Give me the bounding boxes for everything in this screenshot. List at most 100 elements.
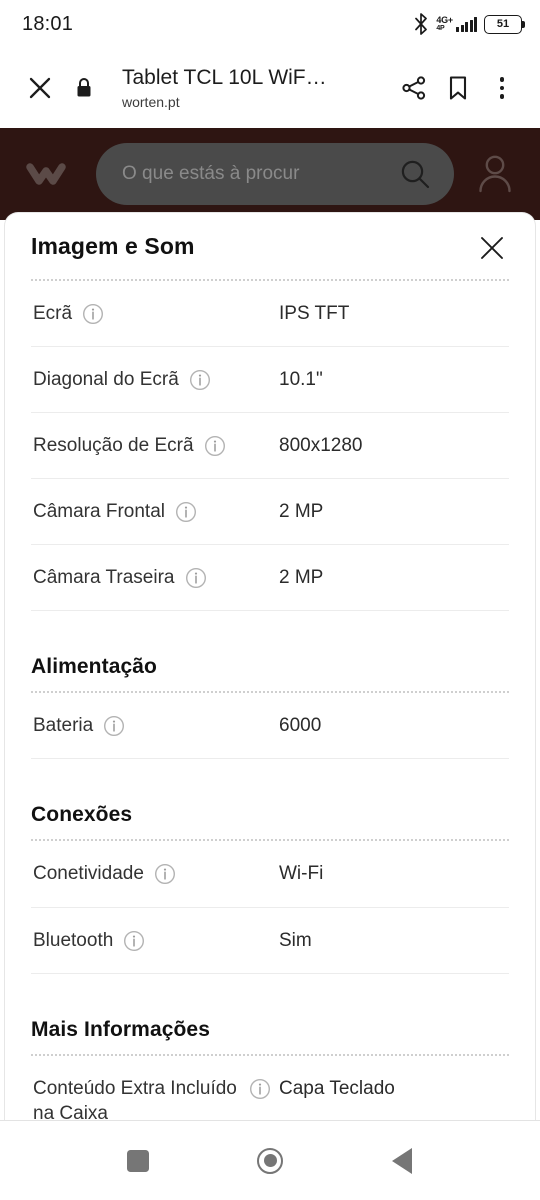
info-icon[interactable] [103,715,125,737]
spec-value: IPS TFT [279,303,350,324]
signal-bars-icon [456,17,477,32]
home-circle-icon [257,1147,283,1174]
info-icon-button[interactable] [175,501,197,523]
spec-value: 800x1280 [279,435,363,457]
bookmark-icon [449,76,467,100]
spec-label-wrap: Câmara Traseira [33,565,279,590]
status-bar-icons: 4G+ 4P 51 [414,13,525,35]
section-heading: Alimentação [31,655,157,679]
close-tab-button[interactable] [18,66,62,110]
spec-label: Câmara Traseira [33,567,175,589]
site-security-button[interactable] [62,66,106,110]
spec-label: Conetividade [33,863,144,885]
section-heading: Mais Informações [31,1017,210,1041]
spec-label: Bluetooth [33,929,114,951]
back-button[interactable] [375,1134,429,1188]
search-input[interactable]: O que estás à procur [96,143,454,205]
spec-row: Bateria 6000 [31,693,509,758]
info-icon-button[interactable] [249,1078,271,1100]
info-icon[interactable] [154,863,176,885]
battery-icon: 51 [484,14,525,34]
spec-section: Alimentação Bateria 6000 [31,611,509,760]
network-labels: 4G+ 4P [436,15,453,33]
worten-logo-icon [26,163,66,185]
account-icon [479,155,511,193]
spec-label: Câmara Frontal [33,501,165,523]
spec-label-wrap: Bluetooth [33,928,279,953]
share-button[interactable] [392,66,436,110]
status-bar: 18:01 4G+ 4P 51 [0,0,540,48]
spec-row: Câmara Frontal 2 MP [31,479,509,544]
more-vertical-icon [499,77,505,99]
spec-section: Mais Informações Conteúdo Extra Incluído … [31,974,509,1120]
android-navigation-bar [0,1120,540,1200]
spec-section: Conexões Conetividade Wi-Fi Bluetooth Sim [31,759,509,974]
status-bar-clock: 18:01 [22,12,74,35]
spec-label-wrap: Conteúdo Extra Incluído na Caixa [33,1076,279,1120]
info-icon[interactable] [189,369,211,391]
spec-value: 2 MP [279,567,324,589]
spec-label-wrap: Ecrã [33,301,279,326]
account-button[interactable] [468,151,522,197]
spec-label-wrap: Conetividade [33,861,279,886]
page-url: worten.pt [122,93,180,110]
section-heading: Conexões [31,803,133,827]
network-type-label: 4G+ [436,15,453,25]
spec-value: Wi-Fi [279,863,324,885]
lock-icon [77,78,91,97]
modal-header: Imagem e Som [31,213,509,279]
info-icon[interactable] [123,930,145,952]
spec-label-wrap: Bateria [33,713,279,738]
spec-value: Sim [279,929,312,951]
search-placeholder: O que estás à procur [122,163,300,184]
browser-menu-button[interactable] [480,66,524,110]
info-icon[interactable] [185,567,207,589]
spec-row: Resolução de Ecrã 800x1280 [31,413,509,478]
spec-label: Conteúdo Extra Incluído na Caixa [33,1077,237,1120]
specifications-modal: Imagem e Som Ecrã IPS TFT Diagonal do Ecrã… [4,212,536,1120]
info-icon-button[interactable] [82,303,104,325]
phone-screen: 18:01 4G+ 4P 51 Tablet TCL 10L WiF… wort… [0,0,540,1200]
spec-label: Bateria [33,715,94,737]
info-icon-button[interactable] [189,369,211,391]
spec-row: Bluetooth Sim [31,908,509,973]
modal-close-button[interactable] [475,231,509,265]
spec-sections: Ecrã IPS TFT Diagonal do Ecrã 10.1" Resoluçã… [31,279,509,1120]
spec-row: Ecrã IPS TFT [31,281,509,346]
bookmark-button[interactable] [436,66,480,110]
modal-content: Imagem e Som Ecrã IPS TFT Diagonal do Ecrã… [5,213,535,1120]
spec-label-wrap: Resolução de Ecrã [33,433,279,458]
page-title: Tablet TCL 10L WiF… [122,66,327,90]
spec-label: Diagonal do Ecrã [33,369,179,391]
info-icon-button[interactable] [154,863,176,885]
info-icon[interactable] [82,303,104,325]
omnibox[interactable]: Tablet TCL 10L WiF… worten.pt [106,66,392,109]
spec-value: Capa Teclado [279,1077,395,1099]
spec-section: Ecrã IPS TFT Diagonal do Ecrã 10.1" Resoluçã… [31,279,509,612]
spec-value: 10.1" [279,369,323,391]
battery-level-label: 51 [496,18,510,30]
info-icon[interactable] [175,501,197,523]
back-triangle-icon [392,1147,412,1174]
info-icon-button[interactable] [123,930,145,952]
bluetooth-icon [415,13,428,35]
info-icon[interactable] [249,1078,271,1100]
info-icon-button[interactable] [103,715,125,737]
browser-toolbar: Tablet TCL 10L WiF… worten.pt [0,48,540,128]
info-icon-button[interactable] [204,435,226,457]
recents-square-icon [127,1149,149,1172]
close-icon [29,77,51,99]
spec-label: Resolução de Ecrã [33,435,194,457]
info-icon-button[interactable] [185,567,207,589]
worten-logo-button[interactable] [26,159,82,189]
modal-title: Imagem e Som [31,233,195,259]
recents-button[interactable] [111,1134,165,1188]
info-icon[interactable] [204,435,226,457]
home-button[interactable] [243,1134,297,1188]
spec-row: Diagonal do Ecrã 10.1" [31,347,509,412]
search-icon[interactable] [398,157,432,191]
spec-value: 2 MP [279,501,324,523]
